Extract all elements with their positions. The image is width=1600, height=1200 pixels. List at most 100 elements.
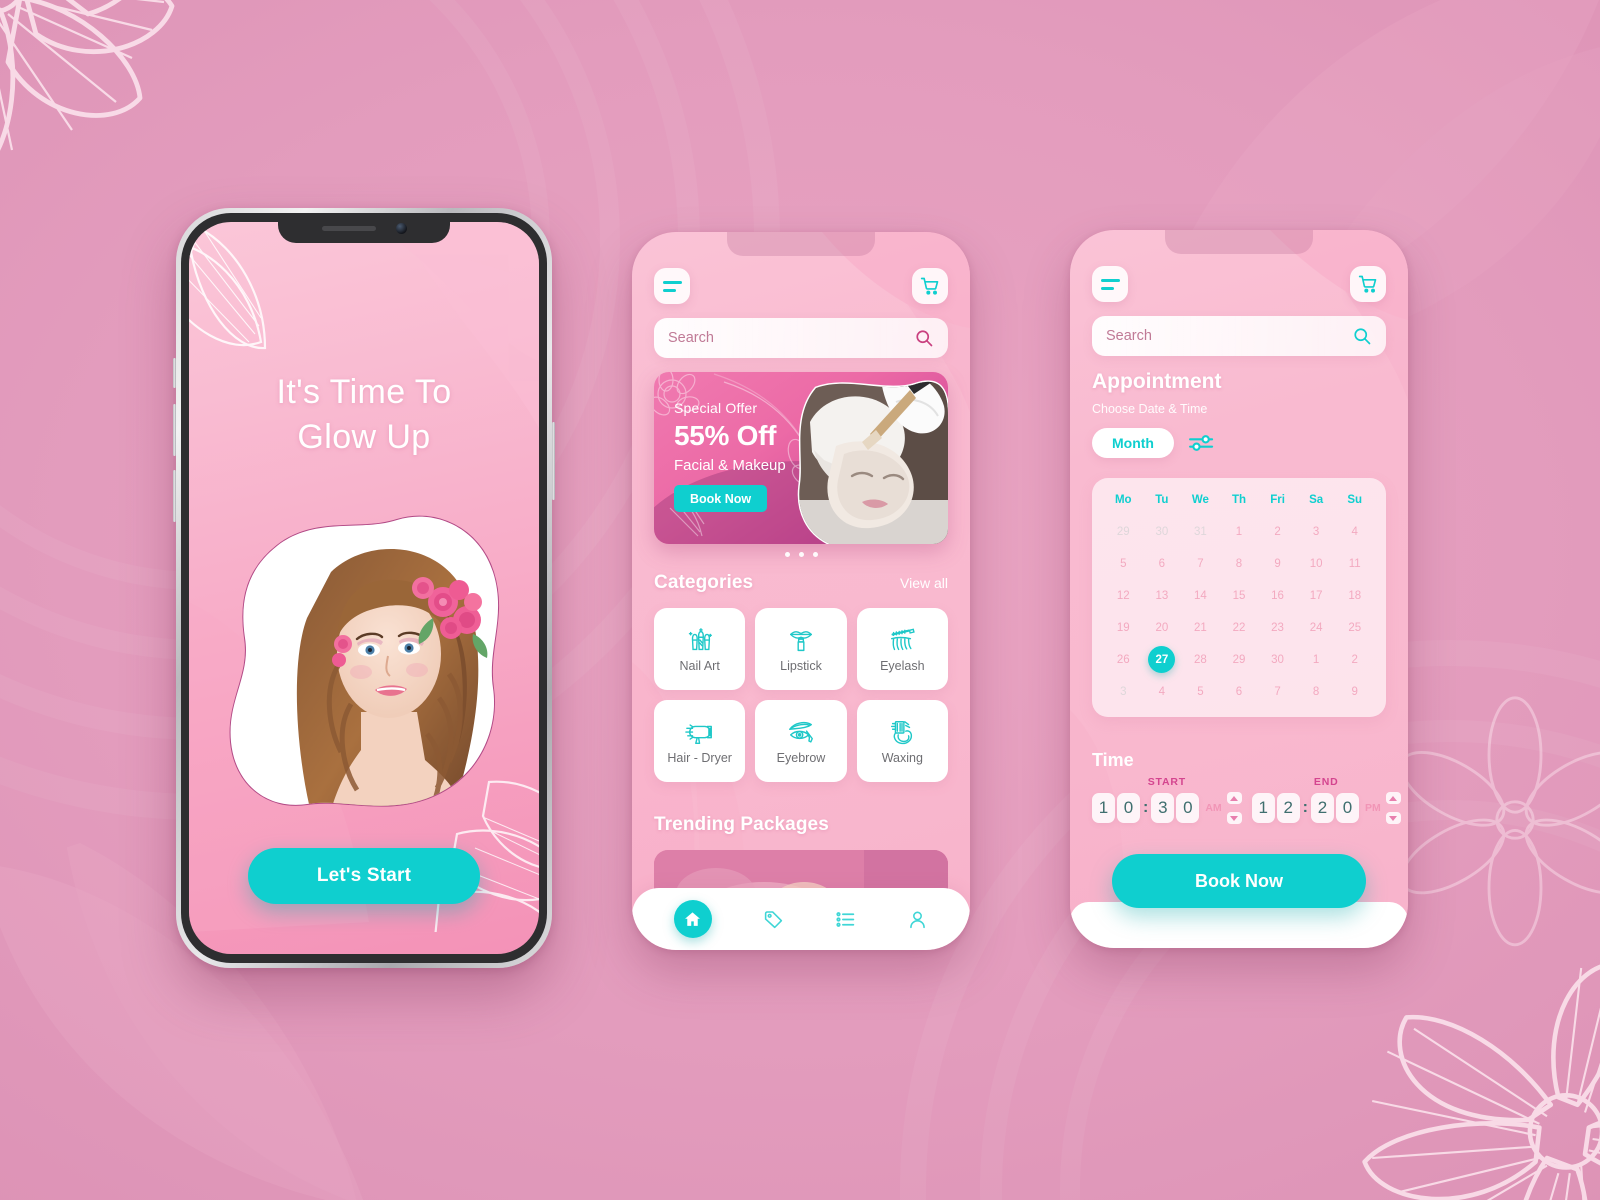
device-notch <box>1165 230 1313 254</box>
calendar-day[interactable]: 30 <box>1143 518 1182 545</box>
category-card-nail-art[interactable]: Nail Art <box>654 608 746 690</box>
cart-button[interactable] <box>912 268 948 304</box>
calendar-day[interactable]: 5 <box>1104 550 1143 577</box>
start-minute-tens[interactable]: 3 <box>1151 793 1175 823</box>
cart-icon <box>920 277 939 295</box>
search-input[interactable] <box>668 330 914 346</box>
end-time-decrement-button[interactable] <box>1385 812 1401 824</box>
calendar-day[interactable]: 31 <box>1181 518 1220 545</box>
promo-photo <box>790 372 948 544</box>
search-bar[interactable] <box>1092 316 1386 356</box>
calendar-day[interactable]: 22 <box>1220 614 1259 641</box>
calendar-day[interactable]: 3 <box>1297 518 1336 545</box>
view-all-link[interactable]: View all <box>900 575 948 591</box>
end-hour-tens[interactable]: 1 <box>1251 793 1275 823</box>
lets-start-button[interactable]: Let's Start <box>248 848 480 904</box>
calendar-day-selected[interactable]: 27 <box>1143 646 1182 673</box>
calendar-day[interactable]: 10 <box>1297 550 1336 577</box>
search-icon[interactable] <box>914 328 934 348</box>
promo-book-now-button[interactable]: Book Now <box>674 485 768 512</box>
calendar-day[interactable]: 29 <box>1104 518 1143 545</box>
start-time-increment-button[interactable] <box>1226 792 1242 804</box>
end-minute-ones[interactable]: 0 <box>1336 793 1359 823</box>
menu-button[interactable] <box>1092 266 1128 302</box>
book-now-button[interactable]: Book Now <box>1112 854 1366 908</box>
carousel-dots[interactable] <box>632 552 970 557</box>
calendar-day[interactable]: 9 <box>1258 550 1297 577</box>
calendar-day[interactable]: 14 <box>1181 582 1220 609</box>
calendar-day[interactable]: 8 <box>1220 550 1259 577</box>
home-screen: Special Offer 55% Off Facial & Makeup Bo… <box>632 232 970 950</box>
carousel-dot[interactable] <box>812 552 818 557</box>
calendar-day[interactable]: 20 <box>1143 614 1182 641</box>
calendar-day[interactable]: 6 <box>1220 678 1259 705</box>
end-meridiem[interactable]: PM <box>1365 802 1381 814</box>
waxing-icon <box>891 720 913 744</box>
category-card-waxing[interactable]: Waxing <box>856 700 948 782</box>
nav-item-profile[interactable] <box>907 909 928 930</box>
calendar-day[interactable]: 13 <box>1143 582 1182 609</box>
calendar-day[interactable]: 8 <box>1297 678 1336 705</box>
calendar-day[interactable]: 26 <box>1104 646 1143 673</box>
calendar-day[interactable]: 4 <box>1335 518 1374 545</box>
calendar-day[interactable]: 9 <box>1335 678 1374 705</box>
start-time-decrement-button[interactable] <box>1226 812 1242 824</box>
calendar-day[interactable]: 17 <box>1297 582 1336 609</box>
calendar-day[interactable]: 1 <box>1220 518 1259 545</box>
device-notch <box>727 232 875 256</box>
nav-item-offers[interactable] <box>763 909 784 930</box>
calendar-day[interactable]: 25 <box>1335 614 1374 641</box>
start-hour-ones[interactable]: 0 <box>1117 793 1140 823</box>
search-input[interactable] <box>1106 328 1352 344</box>
calendar-day[interactable]: 18 <box>1335 582 1374 609</box>
calendar-day[interactable]: 24 <box>1297 614 1336 641</box>
device-bezel: It's Time To Glow Up Let's Start <box>181 213 547 963</box>
nav-item-home[interactable] <box>673 900 712 938</box>
category-label: Hair - Dryer <box>667 750 732 765</box>
carousel-dot[interactable] <box>784 552 790 557</box>
calendar-day[interactable]: 7 <box>1181 550 1220 577</box>
calendar-day[interactable]: 28 <box>1181 646 1220 673</box>
time-section-title: Time <box>1092 750 1134 770</box>
nav-item-bookings[interactable] <box>835 909 856 930</box>
calendar-day[interactable]: 5 <box>1181 678 1220 705</box>
category-card-hair-dryer[interactable]: Hair - Dryer <box>654 700 746 782</box>
sliders-icon[interactable] <box>1188 432 1216 454</box>
calendar-day[interactable]: 21 <box>1181 614 1220 641</box>
end-hour-ones[interactable]: 2 <box>1276 793 1300 823</box>
month-view-button[interactable]: Month <box>1092 428 1174 458</box>
cart-button[interactable] <box>1350 266 1386 302</box>
calendar-day[interactable]: 12 <box>1104 582 1143 609</box>
calendar-day[interactable]: 15 <box>1220 582 1259 609</box>
start-meridiem[interactable]: AM <box>1205 802 1221 814</box>
promo-banner[interactable]: Special Offer 55% Off Facial & Makeup Bo… <box>654 372 948 544</box>
calendar-day[interactable]: 30 <box>1258 646 1297 673</box>
start-hour-tens[interactable]: 1 <box>1092 793 1115 823</box>
end-time-increment-button[interactable] <box>1385 792 1401 804</box>
calendar-day[interactable]: 2 <box>1335 646 1374 673</box>
search-bar[interactable] <box>654 318 948 358</box>
calendar-day[interactable]: 19 <box>1104 614 1143 641</box>
category-card-eyebrow[interactable]: Eyebrow <box>755 700 847 782</box>
calendar-day[interactable]: 2 <box>1258 518 1297 545</box>
calendar-day[interactable]: 29 <box>1220 646 1259 673</box>
category-card-lipstick[interactable]: Lipstick <box>755 608 847 690</box>
menu-button[interactable] <box>654 268 690 304</box>
calendar-day-header: Th <box>1231 494 1247 506</box>
calendar-day[interactable]: 4 <box>1143 678 1182 705</box>
category-card-eyelash[interactable]: Eyelash <box>856 608 948 690</box>
calendar-day[interactable]: 3 <box>1104 678 1143 705</box>
calendar-day[interactable]: 7 <box>1258 678 1297 705</box>
trending-header: Trending Packages <box>654 814 948 836</box>
calendar-day[interactable]: 11 <box>1335 550 1374 577</box>
start-minute-ones[interactable]: 0 <box>1176 793 1200 823</box>
end-minute-tens[interactable]: 2 <box>1311 793 1334 823</box>
calendar-day[interactable]: 16 <box>1258 582 1297 609</box>
carousel-dot[interactable] <box>798 552 804 557</box>
calendar-day[interactable]: 1 <box>1297 646 1336 673</box>
phone-mockup-appointment: Appointment Choose Date & Time Month Mo … <box>1070 230 1408 948</box>
calendar-day[interactable]: 23 <box>1258 614 1297 641</box>
calendar-day[interactable]: 6 <box>1143 550 1182 577</box>
search-icon[interactable] <box>1352 326 1372 346</box>
volume-button <box>173 358 176 388</box>
